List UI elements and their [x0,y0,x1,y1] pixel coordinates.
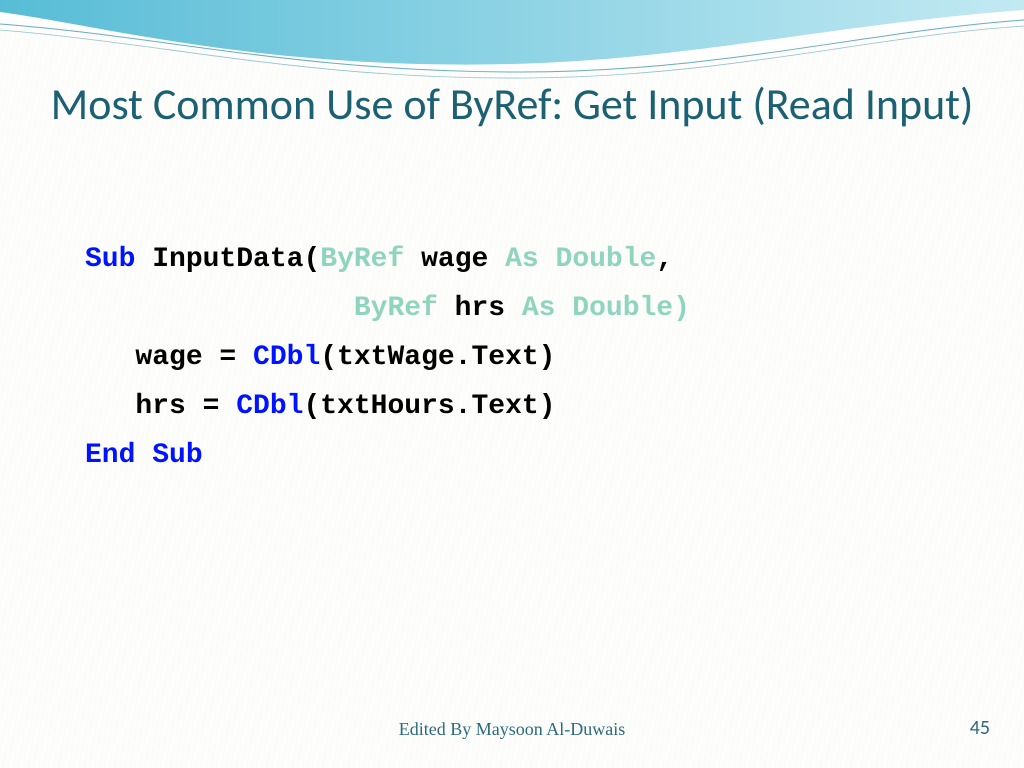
keyword-cdbl: CDbl [253,342,320,373]
keyword-byref: ByRef [354,293,438,324]
slide-title: Most Common Use of ByRef: Get Input (Rea… [0,78,1024,131]
code-line-3: wage = CDbl(txtWage.Text) [85,333,690,382]
code-text: (txtWage.Text) [320,342,555,373]
code-line-2: ByRef hrs As Double) [85,284,690,333]
code-line-1: Sub InputData(ByRef wage As Double, [85,235,690,284]
code-text: hrs [438,293,522,324]
code-indent [85,293,354,324]
footer-credit: Edited By Maysoon Al-Duwais [0,719,1024,740]
keyword-cdbl: CDbl [236,391,303,422]
code-text: InputData( [135,244,320,275]
code-line-4: hrs = CDbl(txtHours.Text) [85,382,690,431]
keyword-as-double: As Double) [522,293,690,324]
code-block: Sub InputData(ByRef wage As Double, ByRe… [85,235,690,480]
keyword-as-double: As Double [505,244,656,275]
code-text: wage = [85,342,253,373]
page-number: 45 [970,716,990,740]
code-text: hrs = [85,391,236,422]
keyword-sub: Sub [85,244,135,275]
code-line-5: End Sub [85,431,690,480]
code-text: wage [404,244,505,275]
code-text: , [656,244,673,275]
code-text: (txtHours.Text) [303,391,555,422]
keyword-byref: ByRef [320,244,404,275]
keyword-end-sub: End Sub [85,440,203,471]
